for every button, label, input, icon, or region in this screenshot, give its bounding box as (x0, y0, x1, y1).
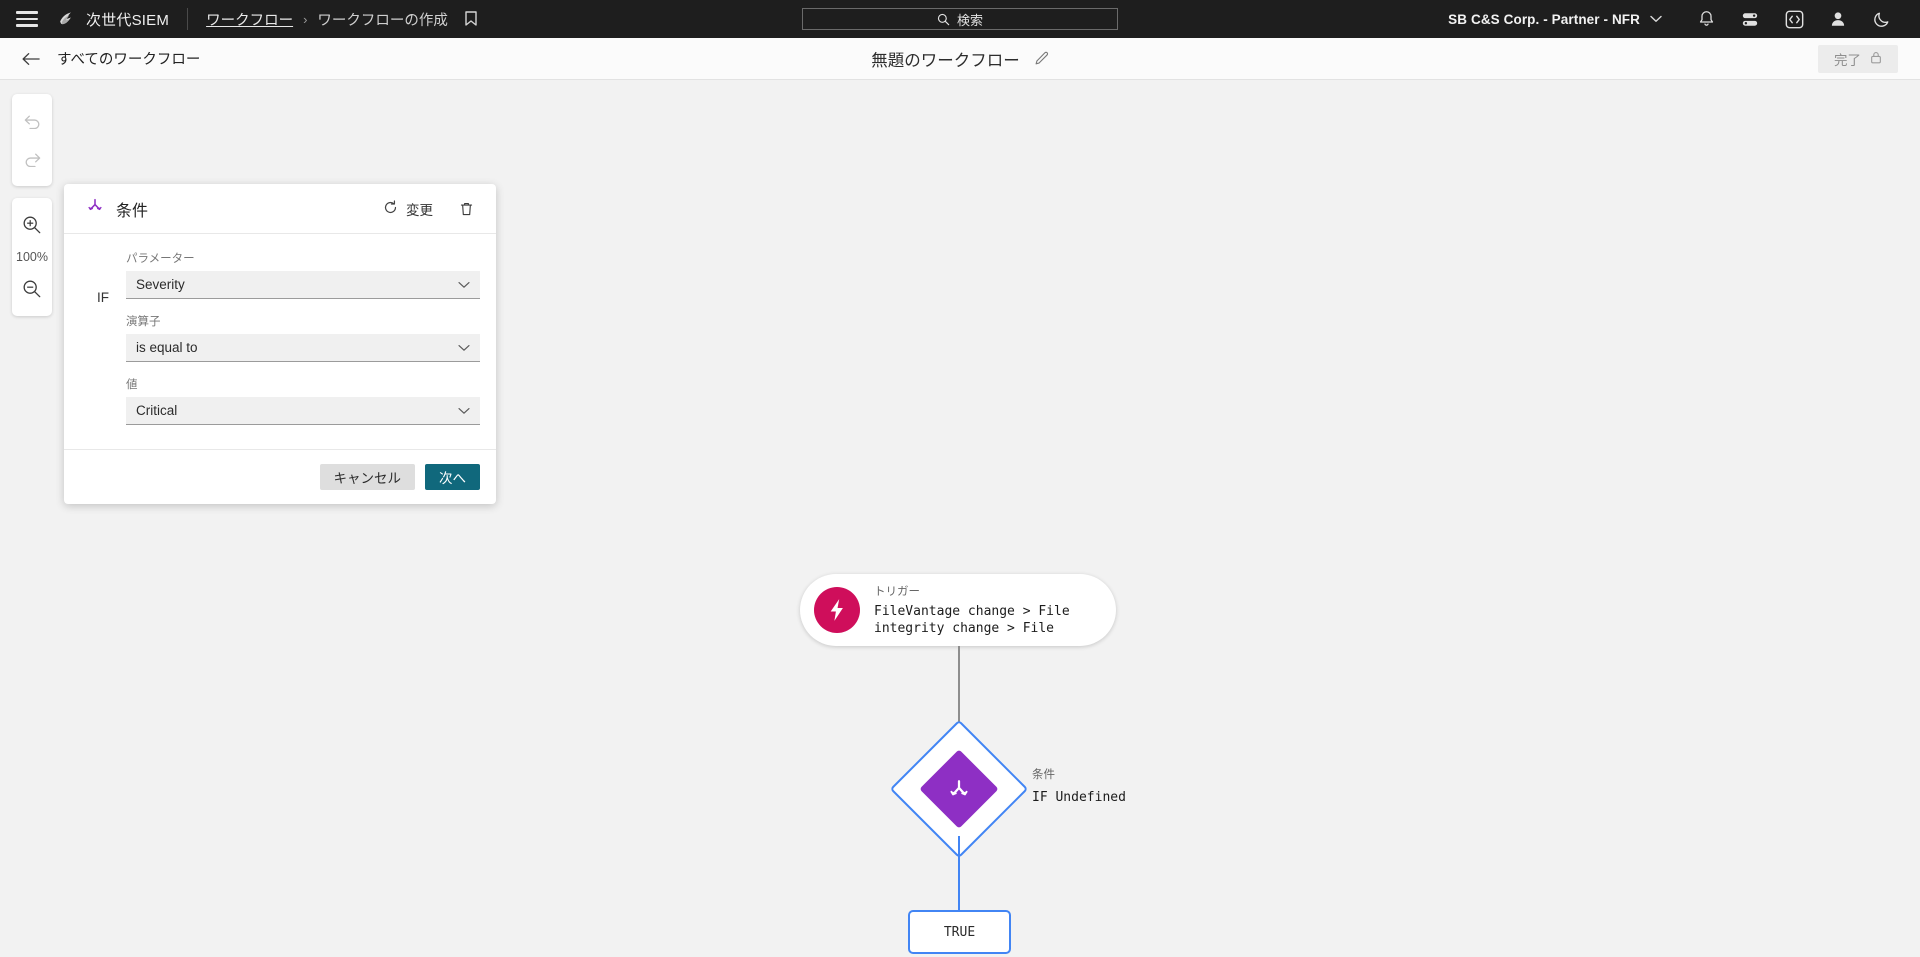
operator-field-label: 演算子 (126, 313, 480, 329)
trigger-node[interactable]: トリガー FileVantage change > File integrity… (800, 574, 1116, 646)
operator-select[interactable]: is equal to (126, 334, 480, 362)
history-controls (12, 94, 52, 186)
panel-body: IF パラメーター Severity 演算子 (64, 234, 496, 449)
parameter-field-label: パラメーター (126, 250, 480, 266)
value-select[interactable]: Critical (126, 397, 480, 425)
feed-icon[interactable] (1728, 0, 1772, 38)
all-workflows-link[interactable]: すべてのワークフロー (57, 48, 200, 69)
trash-icon[interactable] (459, 201, 474, 217)
canvas-toolbar: 100% (12, 94, 52, 316)
value-field: 値 Critical (126, 376, 480, 425)
search-placeholder-text: 検索 (957, 10, 983, 29)
condition-kind-label: 条件 (1032, 766, 1126, 782)
condition-node[interactable] (910, 740, 1008, 838)
page-title: 無題のワークフロー (871, 47, 1020, 71)
refresh-icon (383, 200, 398, 218)
zoom-out-icon[interactable] (12, 270, 52, 308)
code-icon[interactable] (1772, 0, 1816, 38)
lock-icon (1870, 51, 1882, 67)
branch-icon (86, 197, 104, 220)
parameter-field: パラメーター Severity (126, 250, 480, 299)
value-select-value: Critical (136, 403, 177, 418)
operator-select-value: is equal to (136, 340, 198, 355)
tenant-selector-label: SB C&S Corp. - Partner - NFR (1448, 12, 1640, 27)
zoom-in-icon[interactable] (12, 206, 52, 244)
chevron-down-icon[interactable] (1650, 15, 1662, 23)
chevron-down-icon (458, 344, 470, 352)
trigger-text-group: トリガー FileVantage change > File integrity… (874, 583, 1089, 637)
bell-icon[interactable] (1684, 0, 1728, 38)
operator-field: 演算子 is equal to (126, 313, 480, 362)
connector-condition-to-true (958, 836, 960, 912)
if-label: IF (80, 250, 126, 439)
panel-header: 条件 変更 (64, 184, 496, 234)
hamburger-menu-icon[interactable] (16, 11, 38, 27)
global-search-input[interactable]: 検索 (802, 8, 1118, 30)
trigger-kind-label: トリガー (874, 583, 1089, 599)
bookmark-icon[interactable] (464, 11, 478, 27)
user-icon[interactable] (1816, 0, 1860, 38)
brand-logo[interactable] (56, 9, 76, 29)
lightning-icon (814, 587, 860, 633)
crowdstrike-logo-icon (56, 9, 76, 29)
change-button-label: 変更 (406, 199, 433, 219)
chevron-down-icon (458, 407, 470, 415)
brand-name: 次世代SIEM (86, 9, 169, 30)
redo-icon[interactable] (12, 140, 52, 178)
back-arrow-icon[interactable] (22, 52, 41, 66)
panel-footer: キャンセル 次へ (64, 449, 496, 504)
zoom-level-label: 100% (16, 244, 48, 270)
condition-fields: パラメーター Severity 演算子 is equal to (126, 250, 480, 439)
chevron-down-icon (458, 281, 470, 289)
done-button[interactable]: 完了 (1818, 45, 1898, 73)
next-button[interactable]: 次へ (425, 464, 480, 490)
breadcrumb-current: ワークフローの作成 (317, 9, 448, 30)
condition-config-panel: 条件 変更 IF (64, 184, 496, 504)
trigger-title: FileVantage change > File integrity chan… (874, 603, 1089, 637)
change-button[interactable]: 変更 (383, 199, 433, 219)
moon-icon[interactable] (1860, 0, 1904, 38)
divider (187, 8, 188, 30)
cancel-button[interactable]: キャンセル (320, 464, 416, 490)
search-icon (937, 13, 950, 26)
workflow-header-bar: すべてのワークフロー 無題のワークフロー 完了 (0, 38, 1920, 80)
workflow-canvas[interactable]: 100% 条件 (0, 80, 1920, 957)
pencil-icon[interactable] (1034, 51, 1049, 66)
panel-actions: 変更 (383, 199, 474, 219)
zoom-controls: 100% (12, 198, 52, 316)
value-field-label: 値 (126, 376, 480, 392)
panel-title: 条件 (116, 197, 148, 221)
parameter-select-value: Severity (136, 277, 185, 292)
branch-true-node[interactable]: TRUE (908, 910, 1011, 954)
condition-title: IF Undefined (1032, 790, 1126, 805)
done-button-label: 完了 (1834, 49, 1861, 69)
topbar-right-cluster: SB C&S Corp. - Partner - NFR (1448, 0, 1904, 38)
condition-node-label-group: 条件 IF Undefined (1032, 766, 1126, 805)
parameter-select[interactable]: Severity (126, 271, 480, 299)
breadcrumb-separator: › (303, 12, 307, 27)
top-navigation-bar: 次世代SIEM ワークフロー › ワークフローの作成 検索 SB C&S Cor… (0, 0, 1920, 38)
branch-icon (910, 740, 1008, 838)
breadcrumb-workflow-link[interactable]: ワークフロー (206, 9, 293, 30)
workflow-title-group: 無題のワークフロー (871, 47, 1049, 71)
branch-true-label: TRUE (944, 925, 975, 940)
undo-icon[interactable] (12, 102, 52, 140)
